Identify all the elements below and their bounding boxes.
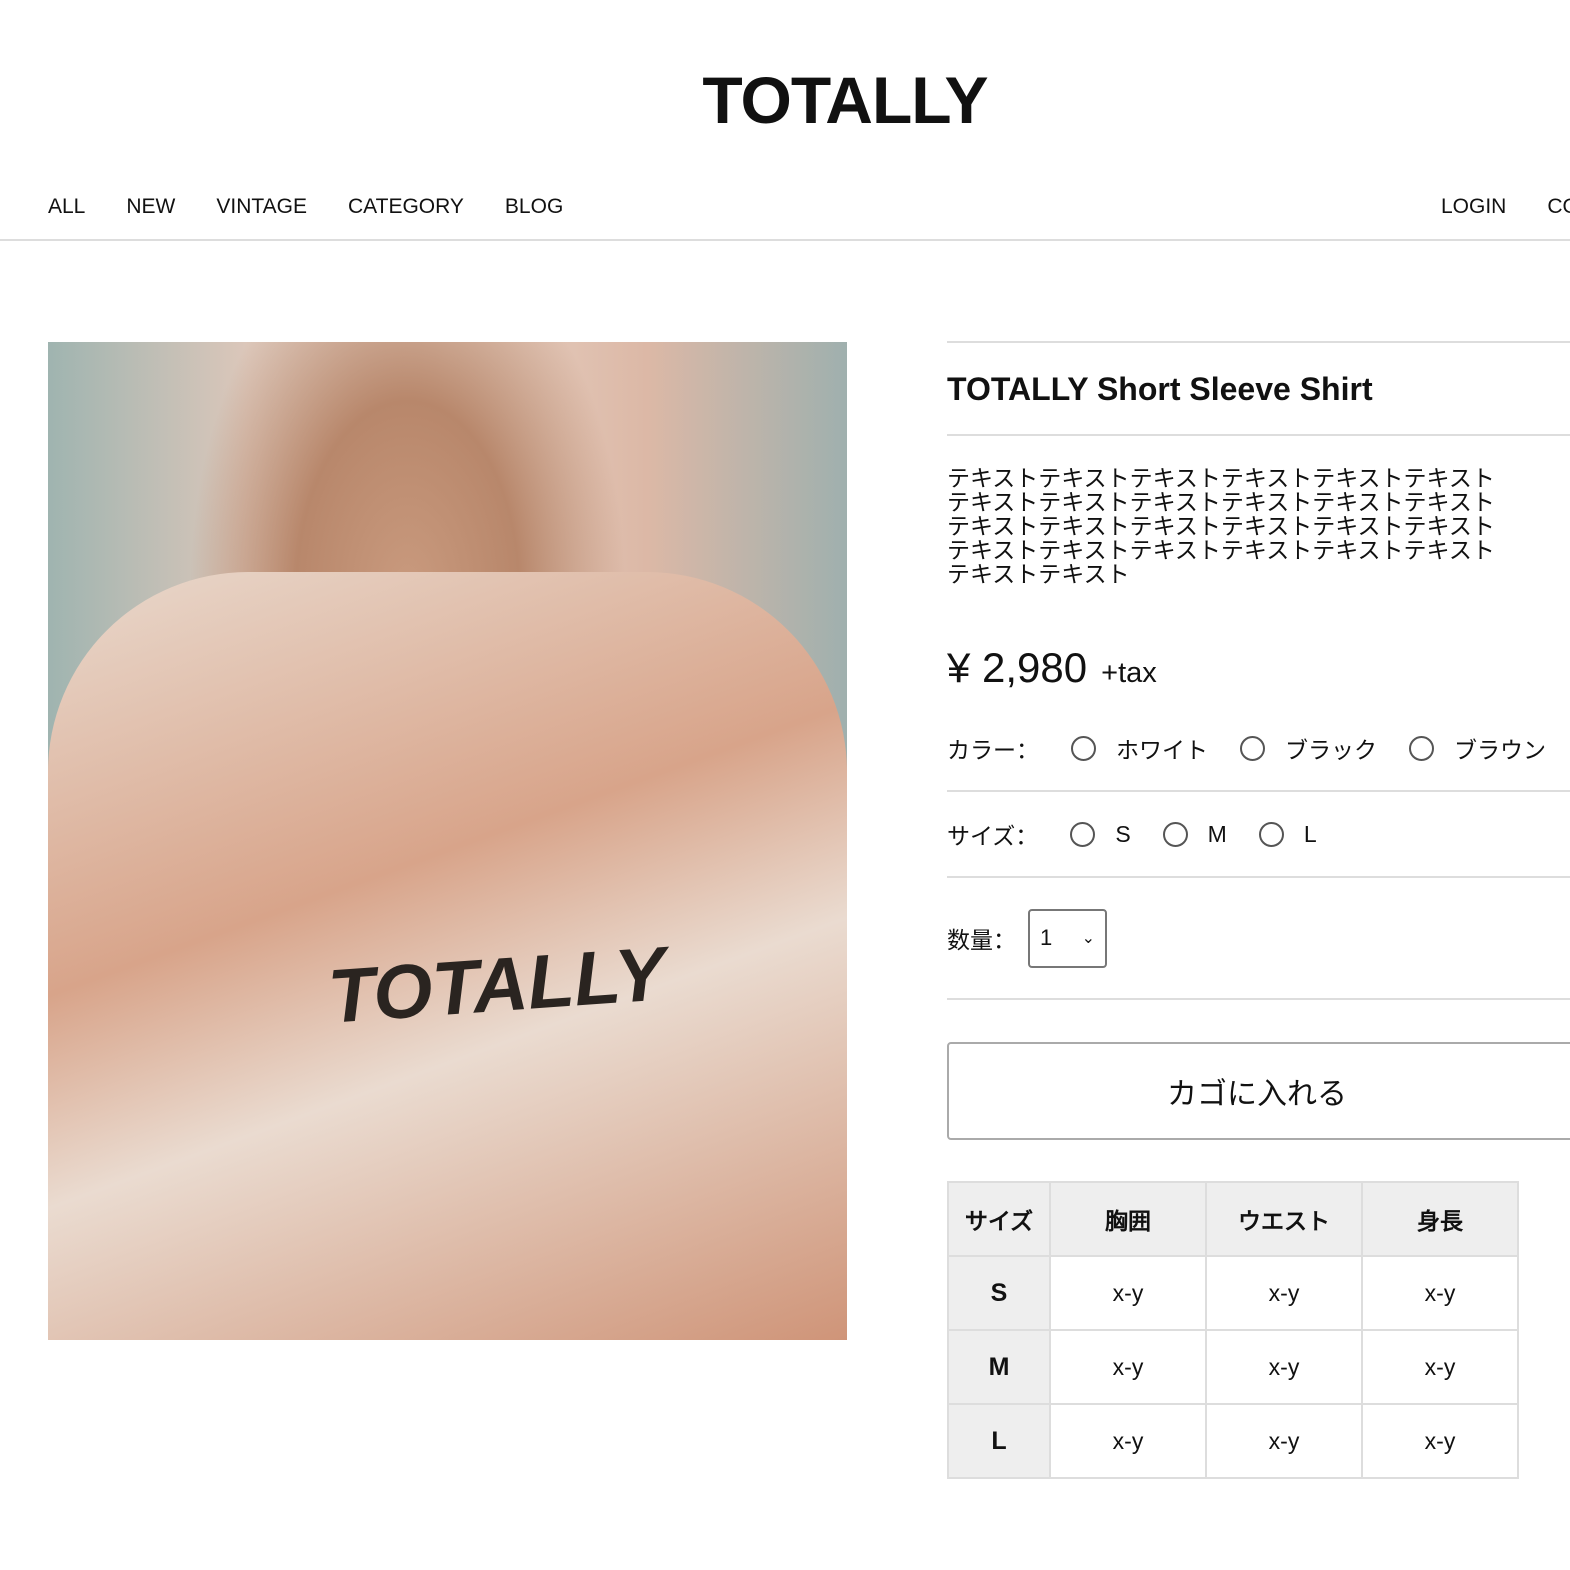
size-s: S <box>1115 820 1131 847</box>
cell: x-y <box>1205 1329 1363 1405</box>
cell: x-y <box>1049 1403 1207 1479</box>
cell: x-y <box>1049 1329 1207 1405</box>
cell: x-y <box>1361 1403 1519 1479</box>
radio-l[interactable] <box>1258 821 1284 847</box>
add-to-cart-button[interactable]: カゴに入れる <box>947 1042 1570 1140</box>
tax-note: +tax <box>1101 657 1157 689</box>
cell: M <box>947 1329 1051 1405</box>
color-label: カラー： <box>947 737 1039 763</box>
th-size: サイズ <box>947 1181 1051 1257</box>
th-waist: ウエスト <box>1205 1181 1363 1257</box>
price-value: ¥ 2,980 <box>947 644 1088 691</box>
site-logo[interactable]: TOTALLY <box>0 62 1570 138</box>
size-m: M <box>1207 820 1227 847</box>
color-black: ブラック <box>1285 737 1377 763</box>
cell: x-y <box>1361 1329 1519 1405</box>
radio-brown[interactable] <box>1409 735 1434 761</box>
size-table: サイズ 胸囲 ウエスト 身長 Sx-y x-y x-y Mx-y x-y x-y Lx-… <box>947 1181 1519 1479</box>
radio-black[interactable] <box>1240 735 1265 761</box>
color-brown: ブラウン <box>1454 737 1546 763</box>
cell: x-y <box>1205 1403 1363 1479</box>
divider <box>947 998 1570 1000</box>
product-image: TOTALLY <box>48 342 847 1340</box>
radio-s[interactable] <box>1070 821 1096 847</box>
nav-all[interactable]: ALL <box>48 195 85 219</box>
radio-white[interactable] <box>1071 735 1096 761</box>
price: ¥ 2,980 +tax <box>947 644 1570 692</box>
th-chest: 胸囲 <box>1049 1181 1207 1257</box>
nav-vintage[interactable]: VINTAGE <box>216 195 307 219</box>
cell: L <box>947 1403 1051 1479</box>
quantity-row: 数量： 1 ⌄ <box>947 878 1570 998</box>
radio-m[interactable] <box>1162 821 1188 847</box>
size-label: サイズ： <box>947 823 1039 849</box>
cell: x-y <box>1049 1255 1207 1331</box>
qty-value: 1 <box>1040 925 1053 950</box>
nav-login[interactable]: LOGIN <box>1441 195 1506 219</box>
qty-label: 数量： <box>947 927 1016 953</box>
cell: x-y <box>1361 1255 1519 1331</box>
table-header: サイズ 胸囲 ウエスト 身長 <box>947 1181 1519 1257</box>
product-details: TOTALLY Short Sleeve Shirt テキストテキストテキストテ… <box>947 341 1570 1479</box>
product-title: TOTALLY Short Sleeve Shirt <box>947 371 1373 407</box>
main-nav: ALL NEW VINTAGE CATEGORY BLOG <box>48 195 563 219</box>
cell: S <box>947 1255 1051 1331</box>
table-row: Lx-y x-y x-y <box>947 1403 1519 1479</box>
table-row: Mx-y x-y x-y <box>947 1329 1519 1405</box>
color-white: ホワイト <box>1116 737 1208 763</box>
table-row: Sx-y x-y x-y <box>947 1255 1519 1331</box>
nav-new[interactable]: NEW <box>126 195 175 219</box>
quantity-select[interactable]: 1 ⌄ <box>1028 908 1107 968</box>
cell: x-y <box>1205 1255 1363 1331</box>
nav-co[interactable]: CO <box>1547 195 1570 219</box>
nav-divider <box>0 239 1570 241</box>
divider <box>947 434 1570 436</box>
product-description: テキストテキストテキストテキストテキストテキストテキストテキストテキストテキスト… <box>947 465 1495 587</box>
size-options: サイズ： S M L <box>947 792 1570 876</box>
nav-category[interactable]: CATEGORY <box>348 195 464 219</box>
size-l: L <box>1303 820 1317 847</box>
nav-blog[interactable]: BLOG <box>505 195 563 219</box>
chevron-down-icon: ⌄ <box>1081 930 1095 947</box>
account-nav: LOGIN CO <box>1441 195 1570 219</box>
th-height: 身長 <box>1361 1181 1519 1257</box>
color-options: カラー： ホワイト ブラック ブラウン <box>947 706 1570 790</box>
